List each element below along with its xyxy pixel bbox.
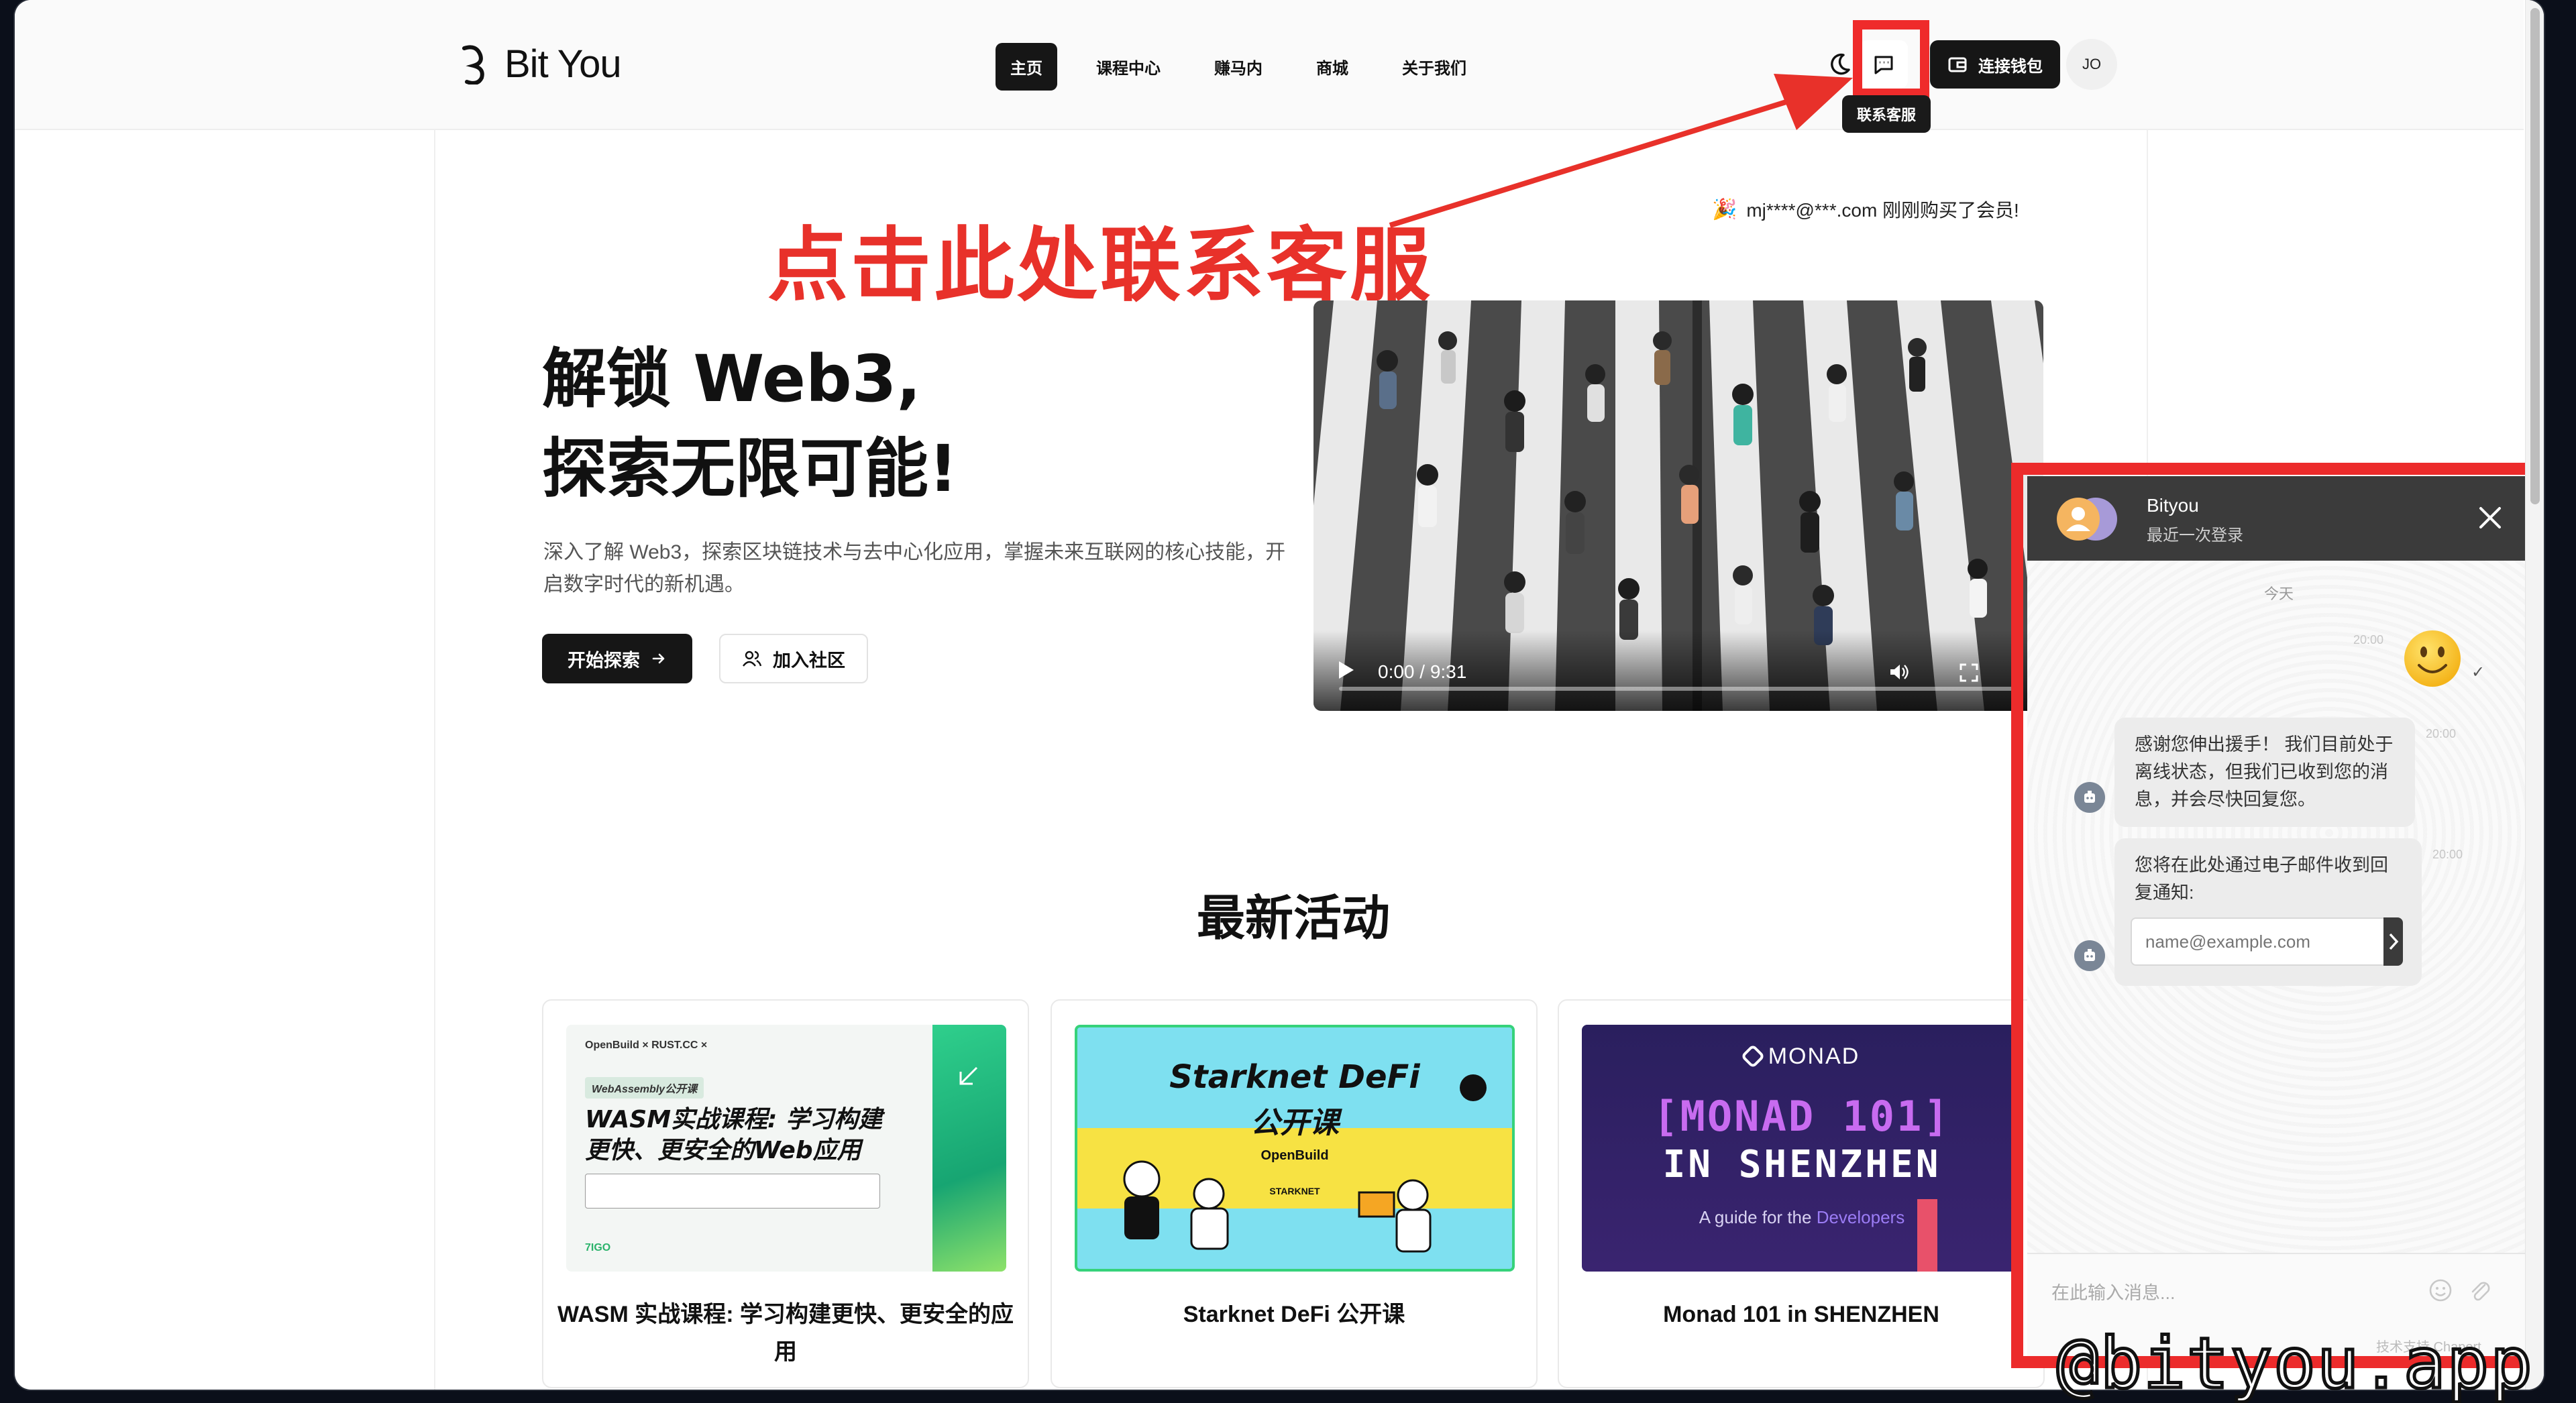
arrow-down-left-icon — [959, 1066, 978, 1085]
volume-icon[interactable] — [1888, 661, 1909, 683]
activities-title: 最新活动 — [1197, 890, 1391, 946]
site-header: Bit You 主页 课程中心 赚马内 商城 关于我们 联系客服 连接钱包 JO — [15, 0, 2524, 133]
arrow-right-icon — [652, 653, 665, 664]
card-headline-2: 更快、更安全的Web应用 — [585, 1137, 861, 1164]
card-image-wasm: OpenBuild × RUST.CC × WebAssembly公开课 WAS… — [566, 1025, 1006, 1272]
play-icon[interactable] — [1339, 661, 1354, 679]
video-time: 0:00 / 9:31 — [1378, 661, 1467, 682]
hero-title-line1: 解锁 Web3, — [542, 341, 921, 416]
nav-item-home[interactable]: 主页 — [996, 43, 1057, 91]
hero-video[interactable]: 0:00 / 9:31 — [1313, 300, 2043, 711]
nav-item-earn[interactable]: 赚马内 — [1199, 43, 1277, 91]
highlight-box-chat — [2011, 463, 2544, 1368]
hero-title-line2: 探索无限可能! — [542, 431, 958, 506]
connect-wallet-label: 连接钱包 — [1978, 57, 2043, 76]
fullscreen-icon[interactable] — [1959, 663, 1979, 683]
watermark: @bityou.app — [2055, 1321, 2534, 1403]
annotation-arrow — [1389, 74, 1853, 228]
wallet-icon — [1948, 57, 1967, 72]
nav-item-store[interactable]: 商城 — [1301, 43, 1363, 91]
scrollbar-thumb[interactable] — [2530, 8, 2540, 504]
illustration-people — [1123, 1074, 1487, 1253]
card-image-monad: MONAD [MONAD 101] IN SHENZHEN A guide fo… — [1582, 1025, 2022, 1272]
card-brands: OpenBuild × RUST.CC × — [585, 1040, 708, 1051]
browser-window: Bit You 主页 课程中心 赚马内 商城 关于我们 联系客服 连接钱包 JO… — [15, 0, 2544, 1390]
logo-icon — [462, 44, 484, 85]
card-subline: A guide for the Developers — [1582, 1207, 2022, 1228]
start-explore-label: 开始探索 — [568, 650, 640, 671]
start-explore-button[interactable]: 开始探索 — [542, 634, 692, 683]
annotation-label: 点击此处联系客服 — [767, 219, 1433, 313]
join-community-button[interactable]: 加入社区 — [719, 634, 868, 683]
video-progress-bar[interactable] — [1339, 687, 2018, 691]
connect-wallet-button[interactable]: 连接钱包 — [1930, 40, 2060, 89]
page-scrollbar[interactable] — [2525, 0, 2544, 1390]
card-headline-1: [MONAD 101] — [1653, 1092, 1951, 1141]
site-logo[interactable]: Bit You — [458, 42, 622, 87]
card-headline-1: WASM实战课程: 学习构建 — [585, 1106, 882, 1133]
activity-card[interactable]: Starknet DeFi 公开课 OpenBuild STARKNET Sta… — [1051, 999, 1538, 1388]
city-skyline — [1917, 1199, 1937, 1272]
card-feature-box — [585, 1174, 880, 1209]
hero-title: 解锁 Web3, 探索无限可能! — [542, 334, 958, 514]
card-title: Monad 101 in SHENZHEN — [1663, 1302, 1939, 1327]
card-footer-tag: 7IGO — [585, 1242, 611, 1253]
monad-logo-icon — [1740, 1044, 1766, 1069]
card-subline-prefix: A guide for the — [1699, 1207, 1817, 1227]
card-title: WASM 实战课程: 学习构建更快、更安全的应用 — [557, 1302, 1014, 1365]
nav-item-courses[interactable]: 课程中心 — [1081, 43, 1175, 91]
users-icon — [743, 651, 762, 667]
video-controls: 0:00 / 9:31 — [1313, 630, 2043, 711]
card-tag: WebAssembly公开课 — [585, 1077, 704, 1099]
site-name: Bit You — [504, 42, 622, 86]
monad-brand-text: MONAD — [1768, 1044, 1860, 1069]
hero-description: 深入了解 Web3，探索区块链技术与去中心化应用，掌握未来互联网的核心技能，开启… — [543, 541, 1286, 596]
card-image-starknet: Starknet DeFi 公开课 OpenBuild STARKNET — [1075, 1025, 1515, 1272]
join-community-label: 加入社区 — [773, 650, 845, 671]
monad-brand: MONAD — [1582, 1044, 2022, 1070]
card-title: Starknet DeFi 公开课 — [1183, 1302, 1405, 1327]
card-headline-2: IN SHENZHEN — [1662, 1143, 1941, 1186]
activity-card[interactable]: OpenBuild × RUST.CC × WebAssembly公开课 WAS… — [542, 999, 1029, 1388]
user-avatar[interactable]: JO — [2066, 39, 2117, 90]
activity-card[interactable]: MONAD [MONAD 101] IN SHENZHEN A guide fo… — [1558, 999, 2045, 1388]
card-subline-highlight: Developers — [1816, 1207, 1905, 1227]
